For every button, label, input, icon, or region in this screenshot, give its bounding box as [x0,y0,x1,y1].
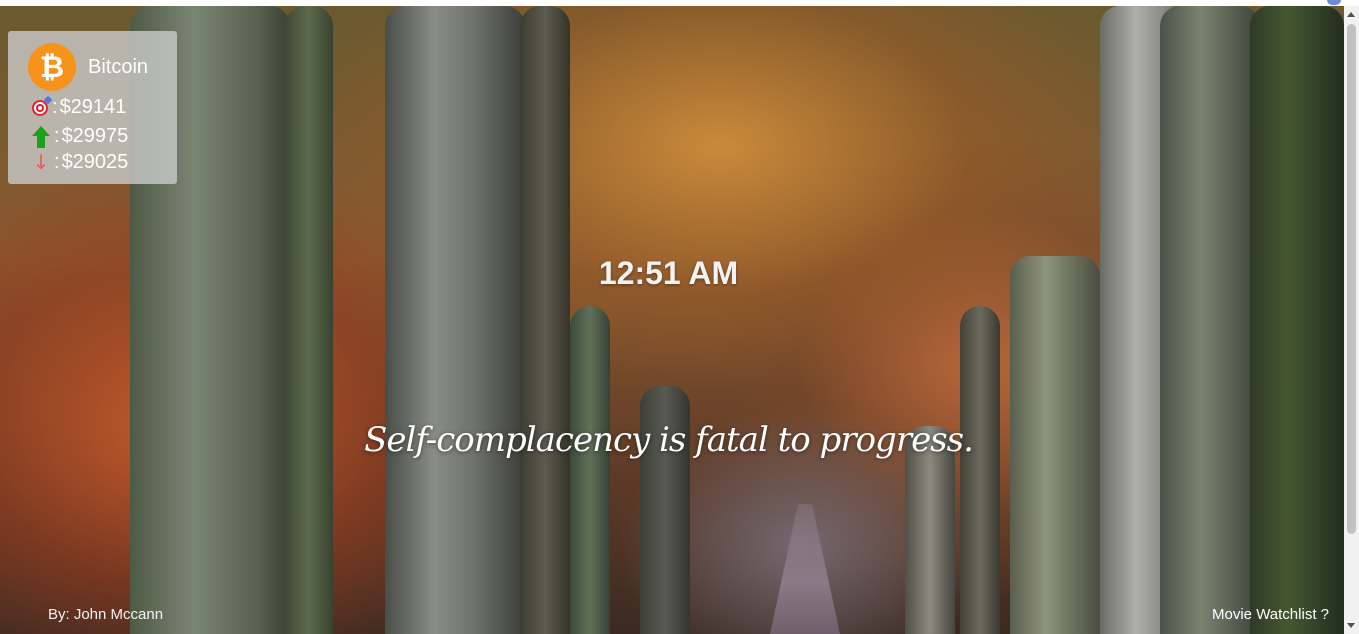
forest-path [770,504,840,634]
page-scrollbar[interactable] [1344,6,1359,634]
tree-trunk [285,6,333,634]
bitcoin-icon: ₿ [28,43,76,91]
scrollbar-thumb[interactable] [1347,24,1356,534]
separator: : [52,96,58,118]
tree-trunk [960,306,1000,634]
coin-name: Bitcoin [88,55,149,78]
low-price-row: ↓ : $29025 [32,150,129,174]
low-price: $29025 [61,150,129,173]
current-price: $29141 [59,96,127,118]
background-photo [0,6,1344,634]
high-price-row: : $29975 [32,125,128,148]
crypto-widget: ₿ Bitcoin : $29141 : $29975 ↓ : $29025 [8,31,177,184]
quote-text: Self-complacency is fatal to progress. [364,420,974,460]
photo-author: By: John Mccann [48,606,164,623]
target-icon [32,99,48,116]
coin-header: ₿ Bitcoin [28,43,148,91]
tree-trunk [520,6,570,634]
tree-trunk [1160,6,1260,634]
separator: : [54,125,60,147]
scroll-up-icon[interactable] [1347,12,1355,17]
clock-time: 12:51 AM [598,255,739,291]
tree-trunk [385,6,525,634]
tree-trunk [1250,6,1344,634]
tree-trunk [570,306,610,634]
current-price-row: : $29141 [32,96,126,119]
separator: : [54,150,60,173]
arrow-down-icon: ↓ [32,150,50,174]
arrow-up-icon [32,125,50,148]
high-price: $29975 [61,125,129,147]
movie-watchlist-link[interactable]: Movie Watchlist ? [1212,606,1329,623]
scroll-down-icon[interactable] [1347,623,1355,628]
